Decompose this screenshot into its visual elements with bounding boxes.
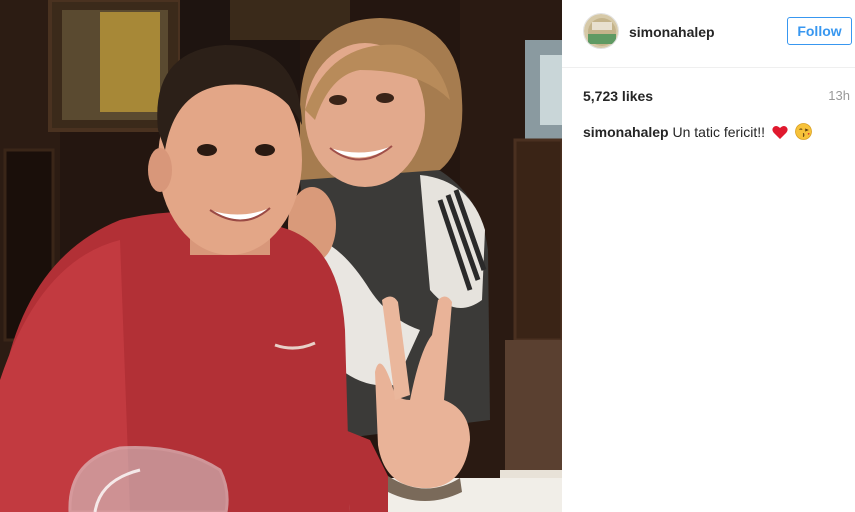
kissing-face-icon [794,123,812,143]
post-side-panel: simonahalep Follow 5,723 likes 13h simon… [562,0,855,512]
caption-text: Un tatic fericit!! [672,124,766,140]
avatar-image [584,14,618,48]
likes-count[interactable]: 5,723 likes [583,88,653,104]
header-username[interactable]: simonahalep [629,24,715,40]
post-header: simonahalep Follow [562,0,855,68]
caption-username[interactable]: simonahalep [583,124,669,140]
post-caption: simonahalep Un tatic fericit!! [583,123,812,143]
red-heart-icon [772,125,788,143]
photo-illustration [0,0,562,512]
avatar[interactable] [583,13,619,49]
post-timestamp[interactable]: 13h [828,88,850,103]
follow-button[interactable]: Follow [787,17,852,45]
post-photo[interactable] [0,0,562,512]
